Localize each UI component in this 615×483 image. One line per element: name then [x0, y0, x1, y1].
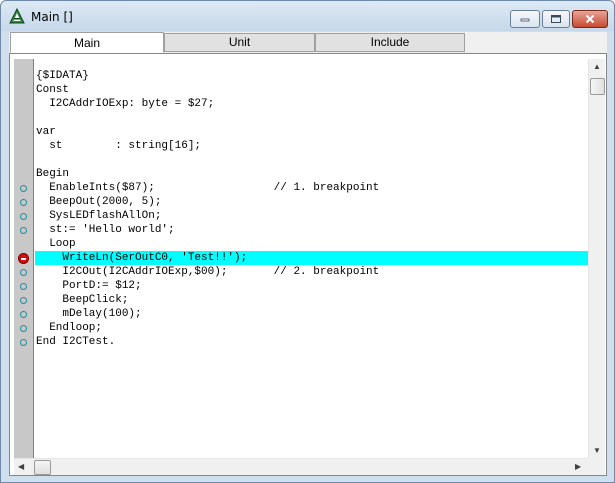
code-line[interactable]: End I2CTest. [35, 335, 588, 349]
code-line[interactable]: Endloop; [35, 321, 588, 335]
code-line[interactable]: st : string[16]; [35, 139, 588, 153]
maximize-icon [551, 15, 561, 23]
title-bar[interactable]: Main [] [1, 1, 614, 31]
minimize-button[interactable] [510, 10, 540, 28]
scroll-right-icon[interactable]: ▶ [575, 462, 581, 471]
breakpoint-position-icon[interactable] [20, 212, 27, 220]
breakpoint-position-icon[interactable] [20, 198, 27, 206]
code-line[interactable]: Loop [35, 237, 588, 251]
code-line[interactable]: I2COut(I2CAddrIOExp,$00); // 2. breakpoi… [35, 265, 588, 279]
breakpoint-position-icon[interactable] [20, 324, 27, 332]
scroll-left-icon[interactable]: ◀ [18, 462, 24, 471]
code-line-current[interactable]: WriteLn(SerOutC0, 'Test!!'); [35, 251, 588, 265]
code-line[interactable]: {$IDATA} [35, 69, 588, 83]
code-line[interactable] [35, 111, 588, 125]
code-line[interactable]: BeepClick; [35, 293, 588, 307]
scroll-corner [588, 458, 605, 475]
code-line[interactable]: Const [35, 83, 588, 97]
editor-window: Main [] Main Unit Include {$IDATA} Const … [0, 0, 615, 483]
tab-unit[interactable]: Unit [164, 33, 315, 52]
scroll-up-icon[interactable]: ▲ [593, 62, 601, 71]
code-line[interactable]: mDelay(100); [35, 307, 588, 321]
close-button[interactable] [572, 10, 608, 28]
horizontal-scrollbar[interactable]: ◀ ▶ [14, 458, 588, 475]
code-line[interactable]: BeepOut(2000, 5); [35, 195, 588, 209]
close-icon [585, 14, 595, 24]
vertical-scrollbar[interactable]: ▲ ▼ [588, 59, 605, 458]
code-line[interactable]: PortD:= $12; [35, 279, 588, 293]
breakpoint-gutter[interactable] [14, 59, 34, 458]
breakpoint-position-icon[interactable] [20, 226, 27, 234]
code-editor: {$IDATA} Const I2CAddrIOExp: byte = $27; v… [9, 53, 607, 476]
scroll-down-icon[interactable]: ▼ [593, 446, 601, 455]
code-line[interactable]: var [35, 125, 588, 139]
breakpoint-position-icon[interactable] [20, 282, 27, 290]
tab-main[interactable]: Main [10, 32, 164, 53]
maximize-button[interactable] [542, 10, 570, 28]
horizontal-scroll-thumb[interactable] [34, 460, 51, 475]
tab-bar: Main Unit Include [9, 32, 607, 53]
breakpoint-position-icon[interactable] [20, 296, 27, 304]
vertical-scroll-thumb[interactable] [590, 78, 605, 95]
app-icon [9, 8, 25, 24]
breakpoint-position-icon[interactable] [20, 310, 27, 318]
window-title: Main [] [31, 10, 73, 24]
breakpoint-position-icon[interactable] [20, 184, 27, 192]
breakpoint-stop-icon[interactable] [18, 252, 29, 264]
code-line[interactable]: I2CAddrIOExp: byte = $27; [35, 97, 588, 111]
code-line[interactable] [35, 153, 588, 167]
minimize-icon [520, 18, 530, 22]
code-line[interactable]: st:= 'Hello world'; [35, 223, 588, 237]
breakpoint-position-icon[interactable] [20, 338, 27, 346]
code-line[interactable]: SysLEDflashAllOn; [35, 209, 588, 223]
code-text-area[interactable]: {$IDATA} Const I2CAddrIOExp: byte = $27; v… [35, 59, 588, 458]
breakpoint-position-icon[interactable] [20, 268, 27, 276]
code-line[interactable]: EnableInts($87); // 1. breakpoint [35, 181, 588, 195]
tab-include[interactable]: Include [315, 33, 465, 52]
code-line[interactable]: Begin [35, 167, 588, 181]
